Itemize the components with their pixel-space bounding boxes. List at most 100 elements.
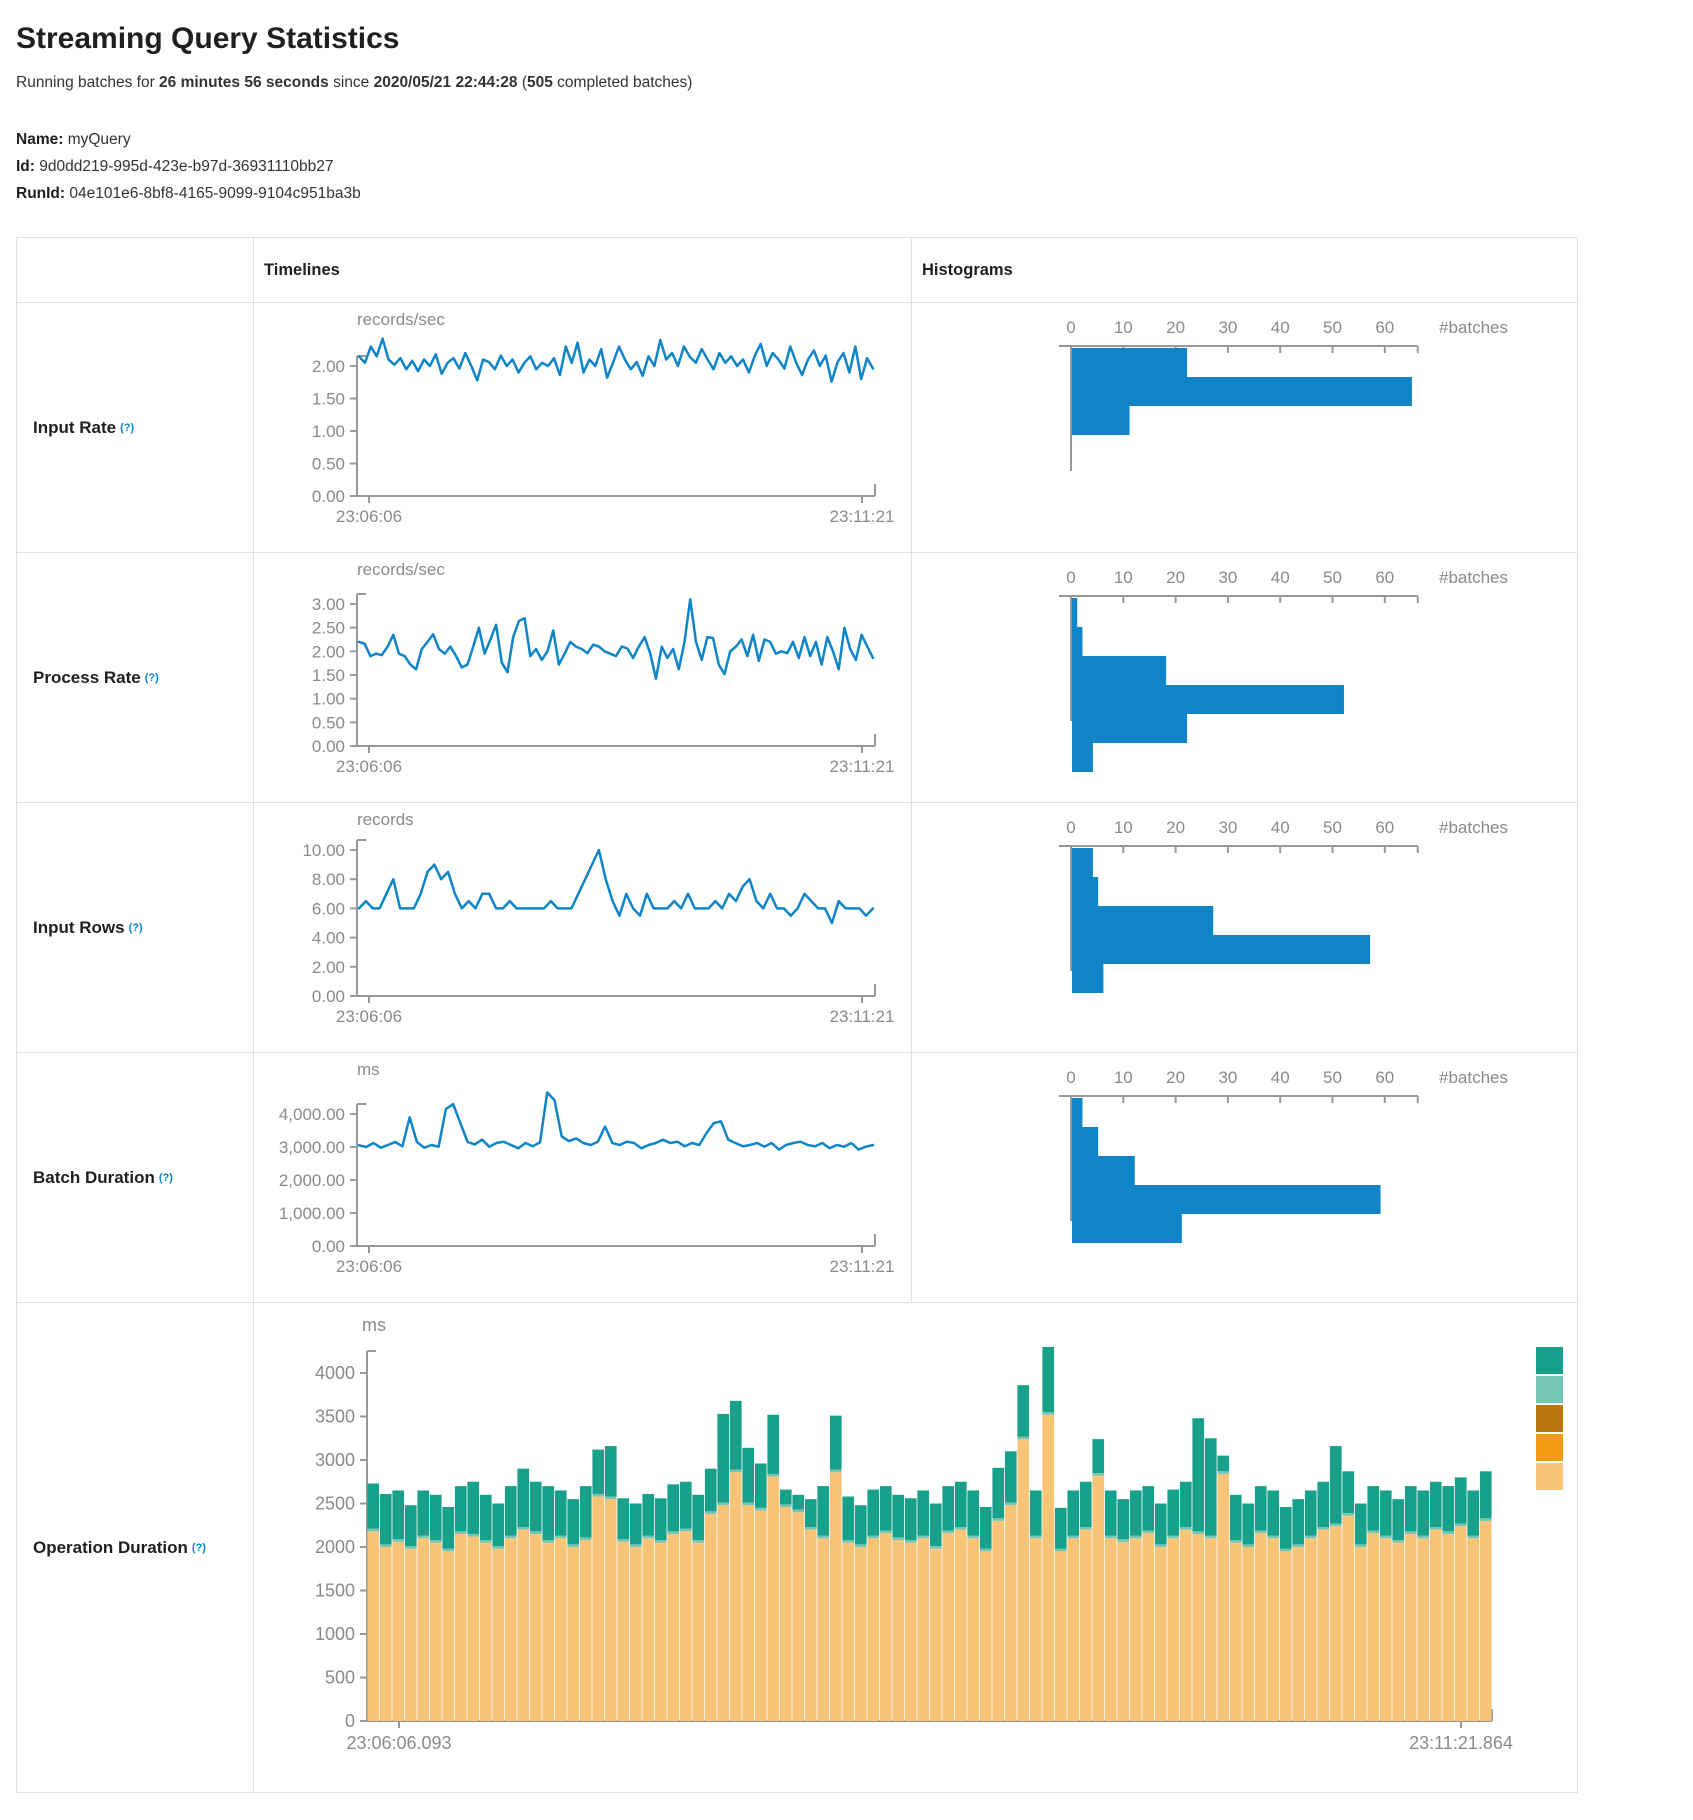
row-label-input-rate: Input Rate (?) <box>17 302 253 552</box>
svg-text:50: 50 <box>1323 1068 1342 1087</box>
input-rate-timeline-svg: records/sec2.001.501.000.500.0023:06:062… <box>254 303 912 553</box>
process-rate-timeline-chart: records/sec3.002.502.001.501.000.500.002… <box>253 552 911 802</box>
summary-paren: ( <box>518 74 527 91</box>
svg-text:500: 500 <box>325 1668 355 1688</box>
svg-text:1500: 1500 <box>315 1581 355 1601</box>
svg-text:0.00: 0.00 <box>312 987 345 1006</box>
svg-text:#batches: #batches <box>1439 318 1508 337</box>
query-runid-line: RunId: 04e101e6-8bf8-4165-9099-9104c951b… <box>16 180 1693 207</box>
running-duration: 26 minutes 56 seconds <box>159 74 329 91</box>
svg-text:10: 10 <box>1114 818 1133 837</box>
svg-text:0: 0 <box>1066 568 1075 587</box>
svg-text:0: 0 <box>1066 818 1075 837</box>
input-rate-timeline-chart: records/sec2.001.501.000.500.0023:06:062… <box>253 302 911 552</box>
svg-text:2.00: 2.00 <box>312 357 345 376</box>
batch-duration-label: Batch Duration <box>33 1168 155 1188</box>
svg-text:10: 10 <box>1114 568 1133 587</box>
svg-text:1.50: 1.50 <box>312 666 345 685</box>
svg-text:60: 60 <box>1375 1068 1394 1087</box>
svg-text:30: 30 <box>1218 568 1237 587</box>
running-batches-summary: Running batches for 26 minutes 56 second… <box>16 74 1693 92</box>
svg-text:23:11:21: 23:11:21 <box>830 757 895 776</box>
input-rate-help-icon[interactable]: (?) <box>120 422 134 434</box>
summary-suffix: completed batches) <box>553 74 693 91</box>
svg-text:23:11:21: 23:11:21 <box>830 507 895 526</box>
input-rows-timeline-svg: records10.008.006.004.002.000.0023:06:06… <box>254 803 912 1053</box>
svg-text:50: 50 <box>1323 568 1342 587</box>
svg-text:ms: ms <box>362 1315 386 1335</box>
input-rows-help-icon[interactable]: (?) <box>129 922 143 934</box>
svg-text:10.00: 10.00 <box>302 841 345 860</box>
completed-batch-count: 505 <box>527 74 553 91</box>
svg-text:2.00: 2.00 <box>312 642 345 661</box>
svg-text:10: 10 <box>1114 318 1133 337</box>
header-timelines: Timelines <box>253 238 911 302</box>
svg-text:30: 30 <box>1218 318 1237 337</box>
svg-text:1.00: 1.00 <box>312 690 345 709</box>
query-id-line: Id: 9d0dd219-995d-423e-b97d-36931110bb27 <box>16 153 1693 180</box>
svg-text:40: 40 <box>1271 568 1290 587</box>
operation-duration-help-icon[interactable]: (?) <box>192 1542 206 1554</box>
input-rows-histogram-chart: 0102030405060#batches <box>911 802 1577 1052</box>
start-timestamp: 2020/05/21 22:44:28 <box>374 74 518 91</box>
legend-swatch-5 <box>1536 1463 1563 1490</box>
svg-text:50: 50 <box>1323 318 1342 337</box>
process-rate-histogram-chart: 0 10 20 30 40 50 60 #batches <box>911 552 1577 802</box>
process-rate-histogram-svg: 0 10 20 30 40 50 60 #batches <box>912 553 1578 803</box>
svg-text:23:06:06: 23:06:06 <box>336 757 402 776</box>
input-rate-label: Input Rate <box>33 418 116 438</box>
svg-text:20: 20 <box>1166 568 1185 587</box>
svg-text:60: 60 <box>1375 568 1394 587</box>
svg-text:23:11:21: 23:11:21 <box>830 1257 895 1276</box>
svg-text:20: 20 <box>1166 318 1185 337</box>
query-runid-label: RunId: <box>16 185 65 202</box>
process-rate-help-icon[interactable]: (?) <box>145 672 159 684</box>
svg-text:23:11:21.864: 23:11:21.864 <box>1409 1733 1513 1753</box>
operation-duration-legend <box>1536 1347 1563 1490</box>
svg-text:23:06:06.093: 23:06:06.093 <box>346 1733 451 1753</box>
svg-text:1.00: 1.00 <box>312 422 345 441</box>
legend-swatch-1 <box>1536 1347 1563 1374</box>
summary-prefix: Running batches for <box>16 74 159 91</box>
batch-duration-histogram-svg: 0102030405060#batches <box>912 1053 1578 1303</box>
header-histograms: Histograms <box>911 238 1577 302</box>
svg-text:30: 30 <box>1218 818 1237 837</box>
row-label-batch-duration: Batch Duration (?) <box>17 1052 253 1302</box>
header-empty-cell <box>17 238 253 302</box>
query-name-value: myQuery <box>68 131 131 148</box>
svg-text:40: 40 <box>1271 318 1290 337</box>
operation-duration-chart: ms4000350030002500200015001000500023:06:… <box>253 1302 1577 1792</box>
svg-text:2.50: 2.50 <box>312 619 345 638</box>
svg-text:10: 10 <box>1114 1068 1133 1087</box>
svg-text:8.00: 8.00 <box>312 870 345 889</box>
query-name-line: Name: myQuery <box>16 126 1693 153</box>
svg-text:4.00: 4.00 <box>312 929 345 948</box>
svg-text:#batches: #batches <box>1439 568 1508 587</box>
svg-text:2.00: 2.00 <box>312 958 345 977</box>
svg-text:records/sec: records/sec <box>357 310 445 329</box>
svg-text:#batches: #batches <box>1439 818 1508 837</box>
row-label-process-rate: Process Rate (?) <box>17 552 253 802</box>
process-rate-label: Process Rate <box>33 668 141 688</box>
batch-duration-timeline-chart: ms4,000.003,000.002,000.001,000.000.0023… <box>253 1052 911 1302</box>
svg-text:30: 30 <box>1218 1068 1237 1087</box>
svg-text:0.00: 0.00 <box>312 737 345 756</box>
svg-text:records/sec: records/sec <box>357 560 445 579</box>
svg-text:4000: 4000 <box>315 1363 355 1383</box>
query-meta: Name: myQuery Id: 9d0dd219-995d-423e-b97… <box>16 126 1693 207</box>
input-rows-histogram-svg: 0102030405060#batches <box>912 803 1578 1053</box>
svg-text:3500: 3500 <box>315 1407 355 1427</box>
operation-duration-label: Operation Duration <box>33 1538 188 1558</box>
row-label-operation-duration: Operation Duration (?) <box>17 1302 253 1792</box>
svg-text:0: 0 <box>1066 318 1075 337</box>
batch-duration-histogram-chart: 0102030405060#batches <box>911 1052 1577 1302</box>
svg-text:3000: 3000 <box>315 1450 355 1470</box>
summary-mid: since <box>329 74 374 91</box>
svg-text:23:06:06: 23:06:06 <box>336 1257 402 1276</box>
batch-duration-help-icon[interactable]: (?) <box>159 1172 173 1184</box>
svg-text:1,000.00: 1,000.00 <box>279 1204 345 1223</box>
svg-text:0.50: 0.50 <box>312 455 345 474</box>
svg-text:2000: 2000 <box>315 1537 355 1557</box>
svg-text:ms: ms <box>357 1060 380 1079</box>
svg-text:20: 20 <box>1166 1068 1185 1087</box>
